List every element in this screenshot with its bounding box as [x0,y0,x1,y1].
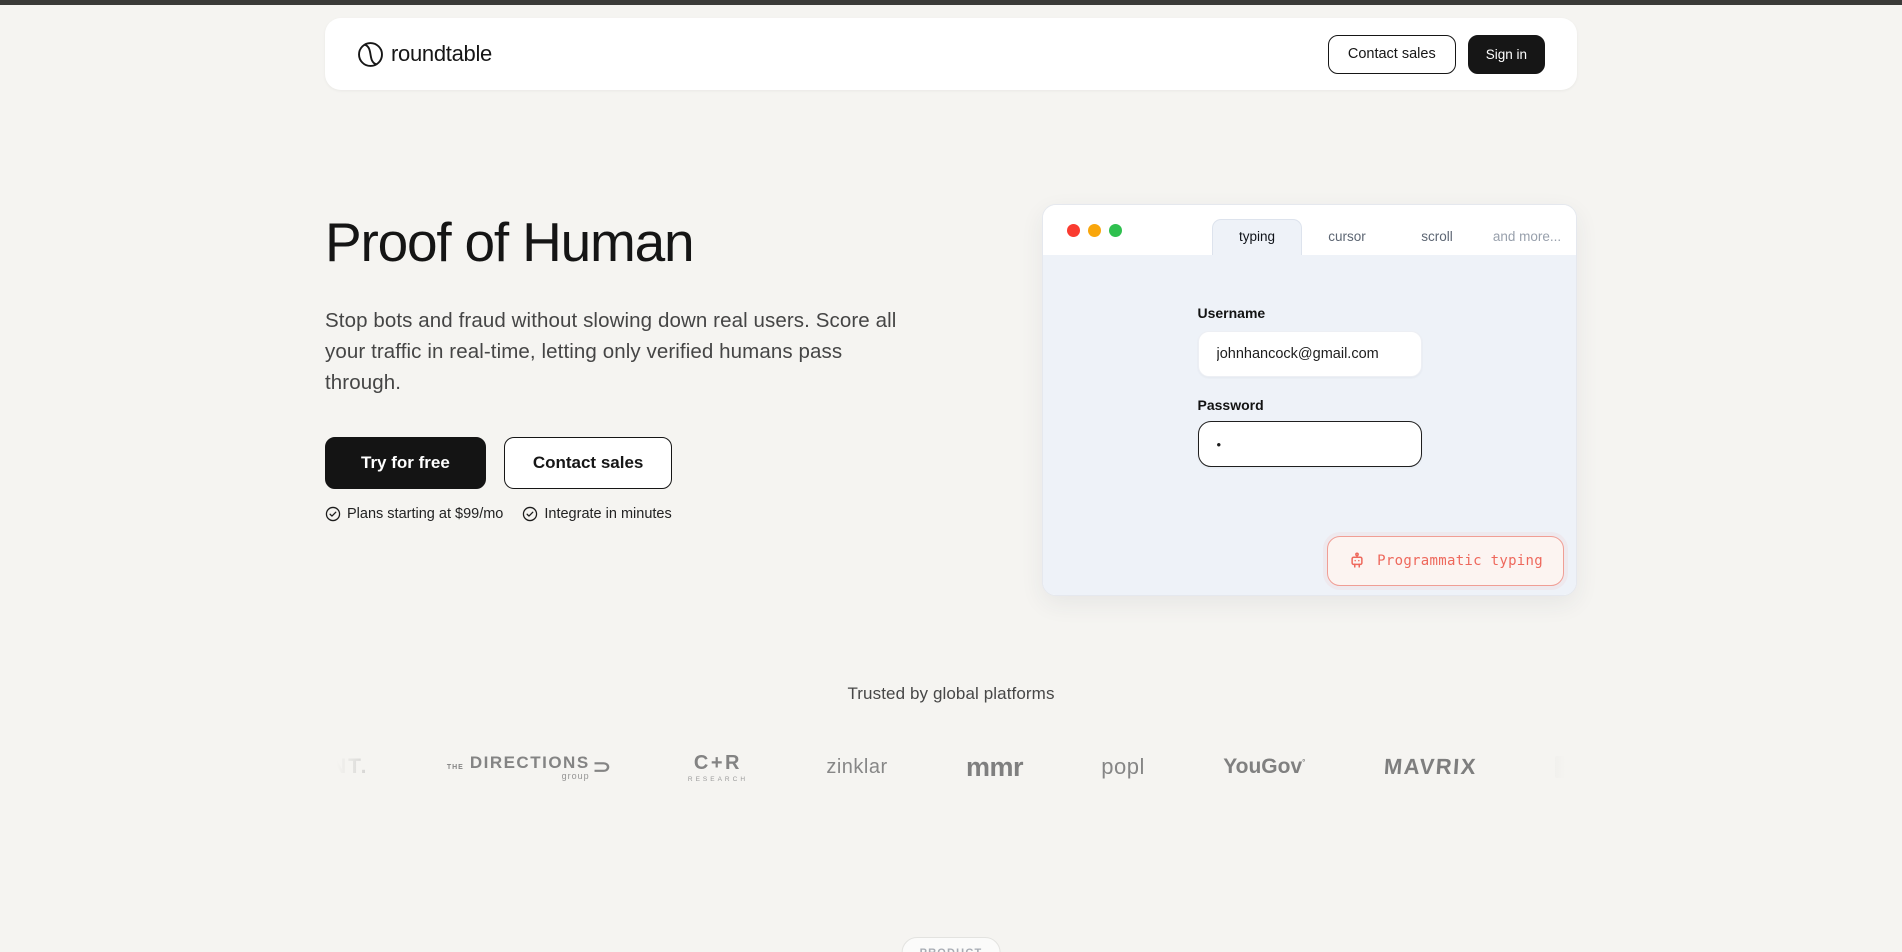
navbar: roundtable Contact sales Sign in [325,18,1577,90]
brand-logo[interactable]: roundtable [357,41,492,68]
demo-window-titlebar: typing cursor scroll and more... [1043,205,1576,255]
pricing-bullet-text: Plans starting at $99/mo [347,505,504,522]
logo-zinklar: zinklar [826,755,888,778]
username-label: Username [1197,305,1266,321]
password-field[interactable] [1197,421,1422,467]
logo-mavrix: MAVRIX [1382,754,1478,779]
top-strip [0,0,1902,5]
pricing-bullet: Plans starting at $99/mo [325,506,503,522]
tab-typing[interactable]: typing [1212,219,1302,255]
logo-directions-group: THE DIRECTIONS group ⊃ [446,753,611,781]
window-maximize-dot [1109,223,1122,237]
robot-icon [1348,552,1366,570]
partial-logo [1554,756,1571,778]
logo-popl: popl [1101,754,1145,779]
window-traffic-lights [1067,223,1122,237]
product-section-badge: PRODUCT [901,937,1001,952]
check-circle-icon [325,506,341,522]
tab-and-more[interactable]: and more... [1482,220,1572,255]
tab-cursor[interactable]: cursor [1302,220,1392,255]
programmatic-typing-badge: Programmatic typing [1327,536,1564,586]
demo-window-body: Username Password [1043,255,1576,595]
contact-sales-nav-button[interactable]: Contact sales [1327,34,1456,74]
hero-subtitle: Stop bots and fraud without slowing down… [325,308,897,395]
logo-cr-research: C+R RESEARCH [687,751,749,783]
try-for-free-button[interactable]: Try for free [325,436,486,489]
logo-nt: NT. [331,755,369,778]
password-label: Password [1197,397,1264,413]
roundtable-logo-icon [357,41,384,68]
programmatic-typing-label: Programmatic typing [1377,553,1543,569]
username-field[interactable] [1197,331,1422,377]
integration-bullet-text: Integrate in minutes [544,505,672,522]
tab-scroll[interactable]: scroll [1392,220,1482,255]
sign-in-button[interactable]: Sign in [1467,34,1545,74]
directions-d-icon: ⊃ [592,756,611,778]
logo-carousel: NT. THE DIRECTIONS group ⊃ C+R RESEARCH … [323,738,1579,796]
contact-sales-hero-button[interactable]: Contact sales [503,436,673,489]
window-minimize-dot [1088,223,1101,237]
brand-name: roundtable [391,41,492,66]
window-close-dot [1067,223,1080,237]
demo-tabs: typing cursor scroll and more... [1212,219,1572,255]
integration-bullet: Integrate in minutes [522,505,672,522]
demo-window: typing cursor scroll and more... Usernam… [1042,204,1577,596]
check-circle-icon [522,506,538,522]
page-title: Proof of Human [325,211,695,273]
logo-mmr: mmr [965,751,1024,782]
hero-section: Proof of Human Stop bots and fraud witho… [325,204,1577,596]
trusted-heading: Trusted by global platforms [847,684,1055,703]
logo-yougov: YouGov° [1223,755,1306,778]
